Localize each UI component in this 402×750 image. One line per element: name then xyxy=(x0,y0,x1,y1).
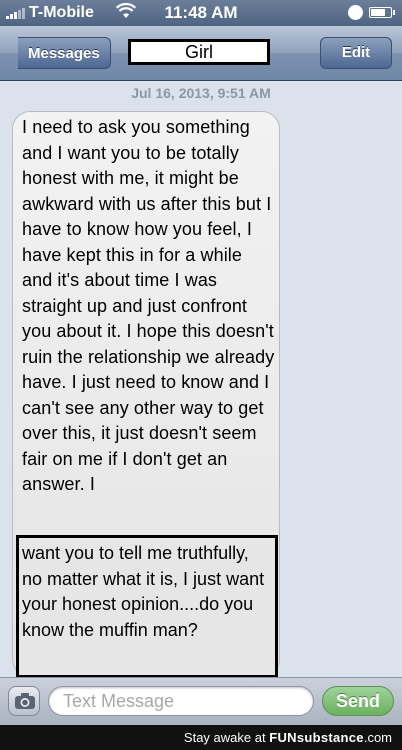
battery-icon xyxy=(369,7,395,18)
contact-title: Girl xyxy=(128,39,270,65)
back-messages-button[interactable]: Messages xyxy=(18,37,111,69)
camera-icon xyxy=(15,693,35,709)
watermark: Stay awake at FUNsubstance.com xyxy=(184,730,392,745)
watermark-brand: FUNsubstance xyxy=(269,730,364,745)
status-time: 11:48 AM xyxy=(164,3,238,22)
camera-button[interactable] xyxy=(8,686,40,716)
composer-bar: Send xyxy=(0,677,402,726)
message-text: I need to ask you something and I want y… xyxy=(22,117,275,494)
send-button[interactable]: Send xyxy=(322,686,394,716)
highlighted-message-text: want you to tell me truthfully, no matte… xyxy=(22,543,265,640)
watermark-bar: Stay awake at FUNsubstance.com xyxy=(0,725,402,750)
navigation-bar: Messages Girl Edit xyxy=(0,26,402,81)
rotation-lock-icon xyxy=(348,5,363,20)
status-bar: T-Mobile 11:48 AM xyxy=(0,0,402,26)
watermark-prefix: Stay awake at xyxy=(183,730,266,745)
back-button-label: Messages xyxy=(28,45,100,62)
watermark-suffix: .com xyxy=(363,730,392,745)
message-input[interactable] xyxy=(48,686,314,716)
edit-button[interactable]: Edit xyxy=(320,37,392,69)
message-timestamp: Jul 16, 2013, 9:51 AM xyxy=(131,85,271,101)
message-thread[interactable]: Jul 16, 2013, 9:51 AM I need to ask you … xyxy=(0,81,402,678)
